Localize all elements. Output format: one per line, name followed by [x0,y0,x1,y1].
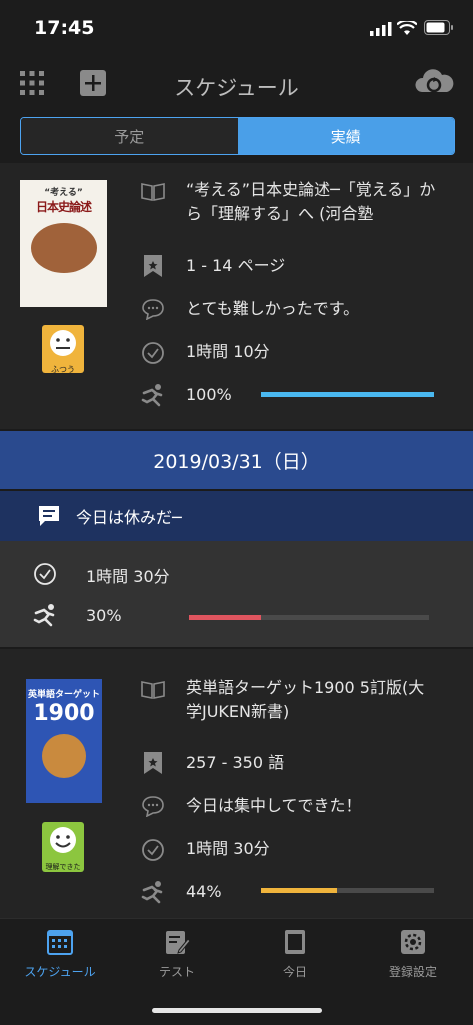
summary-time: 1時間 30分 [86,567,170,586]
smile-face-icon [50,827,76,853]
cover-top-text: “考える” [44,188,83,198]
comment-row: とても難しかったです。 [140,296,359,322]
time-row: 1時間 10分 [140,339,270,365]
progress-row: 44% [140,879,222,905]
running-icon [140,879,166,905]
calendar-icon [47,930,73,955]
daily-memo[interactable]: 今日は休みだ─ [0,491,473,541]
cover-main-text: 日本史論述 [35,200,92,214]
neutral-face-icon [50,330,76,356]
timer-icon [34,563,56,585]
time-row: 1時間 30分 [140,836,270,862]
book-icon [140,676,166,702]
tab-today[interactable]: 今日 [240,929,350,980]
timer-icon [140,339,166,365]
cover-top-text: 英単語ターゲット [27,690,100,700]
book-title-row: “考える”日本史論述─「覚える」から「理解する」へ (河合塾 [140,178,440,226]
schedule-mode-segment: 予定 実績 [20,117,455,155]
daily-summary: 1時間 30分 30% [0,541,473,647]
wifi-icon [397,21,417,35]
running-icon [33,604,55,627]
memo-text: 今日は休みだ─ [76,508,182,527]
timer-icon [140,836,166,862]
summary-progress-bar [189,615,429,620]
status-time: 17:45 [34,17,95,39]
progress-row: 100% [140,382,232,408]
mood-badge: 理解できた [42,822,84,872]
comment-text: とても難しかったです。 [186,299,360,318]
memo-icon [39,506,59,526]
time-text: 1時間 10分 [186,342,270,361]
book-title: 英単語ターゲット1900 5訂版(大学JUKEN新書) [186,678,425,721]
mood-label: 理解できた [45,863,81,871]
segment-actual[interactable]: 実績 [237,118,454,154]
progress-bar [261,392,434,397]
home-indicator [152,1008,322,1013]
progress-bar-fill [261,888,338,893]
date-header: 2019/03/31（日） [0,431,473,489]
range-text: 1 - 14 ページ [186,256,286,275]
comment-row: 今日は集中してできた！ [140,793,362,819]
battery-icon [424,20,453,35]
segment-plan[interactable]: 予定 [21,118,238,154]
tab-settings[interactable]: 登録設定 [358,929,468,980]
comment-text: 今日は集中してできた！ [186,796,362,815]
status-bar: 17:45 [0,0,473,58]
tab-label: テスト [158,965,195,979]
bookmark-icon [140,253,166,279]
today-icon [285,930,305,954]
summary-progress: 30% [86,606,122,625]
book-title-row: 英単語ターゲット1900 5訂版(大学JUKEN新書) [140,676,440,724]
tab-label: スケジュール [24,965,96,979]
tab-label: 登録設定 [388,965,437,979]
tab-schedule[interactable]: スケジュール [5,929,115,980]
range-text: 257 - 350 語 [186,753,285,772]
summary-progress-bar-fill [189,615,261,620]
mood-badge: ふつう [42,325,84,374]
range-row: 257 - 350 語 [140,750,284,776]
gear-icon [401,930,425,954]
page-title: スケジュール [174,76,299,100]
time-text: 1時間 30分 [186,839,270,858]
progress-text: 44% [186,882,222,901]
cover-number: 1900 [33,701,95,726]
progress-text: 100% [186,385,232,404]
tab-test[interactable]: テスト [122,929,232,980]
progress-bar-fill [261,392,434,397]
comment-icon [140,296,166,322]
book-title: “考える”日本史論述─「覚える」から「理解する」へ (河合塾 [186,180,436,223]
comment-icon [140,793,166,819]
range-row: 1 - 14 ページ [140,253,285,279]
tab-label: 今日 [282,965,307,979]
edit-document-icon [166,931,191,954]
cloud-sync-icon[interactable] [414,66,454,100]
progress-bar [261,888,434,893]
signal-icon [370,22,392,36]
bookmark-icon [140,750,166,776]
book-cover: 英単語ターゲット 1900 [26,679,102,803]
running-icon [140,382,166,408]
book-cover: “考える” 日本史論述 [20,180,107,307]
mood-label: ふつう [51,365,75,374]
book-icon [140,178,166,204]
